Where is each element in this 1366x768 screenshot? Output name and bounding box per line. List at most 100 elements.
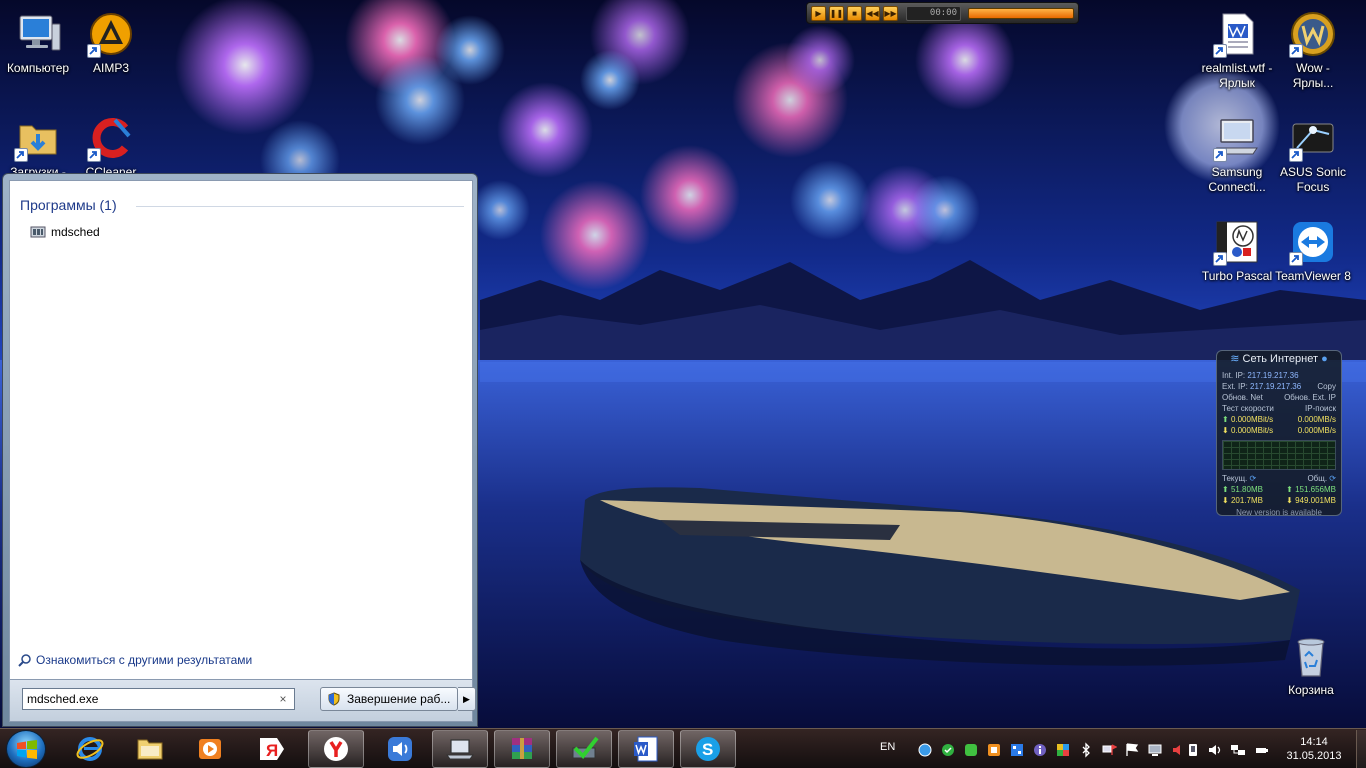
previous-icon: ◀◀: [866, 8, 879, 18]
network-icon: [1231, 745, 1245, 755]
network-flag-icon: [1102, 744, 1117, 755]
see-more-results-link[interactable]: Ознакомиться с другими результатами: [18, 653, 252, 667]
desktop-icon-asus[interactable]: ASUS Sonic Focus: [1275, 114, 1351, 195]
shutdown-button[interactable]: Завершение раб...: [320, 687, 458, 711]
aimp-stop-button[interactable]: ■: [847, 5, 862, 21]
tray-bluetooth[interactable]: [1078, 742, 1094, 758]
word-icon: [634, 736, 658, 762]
tray-volume[interactable]: [1207, 742, 1223, 758]
aimp-volume-bar[interactable]: [968, 7, 1074, 19]
start-button[interactable]: [6, 730, 46, 768]
tray-network-meter[interactable]: [917, 742, 933, 758]
green-shield-icon: [942, 744, 954, 756]
current-upload: 51.80MB: [1230, 485, 1263, 494]
desktop-icon-aimp3[interactable]: AIMP3: [73, 10, 149, 76]
desktop-icon-turbo-pascal[interactable]: Turbo Pascal: [1199, 218, 1275, 284]
update-net-link[interactable]: Обнов. Net: [1222, 392, 1263, 403]
tools-row: Тест скорости IP-поиск: [1222, 403, 1336, 414]
taskbar-word[interactable]: [618, 730, 674, 768]
tray-app-orange[interactable]: [986, 742, 1002, 758]
folder-icon: [137, 739, 163, 760]
ext-ip-value: 217.19.217.36: [1250, 382, 1302, 391]
aimp-next-button[interactable]: ▶▶: [883, 5, 898, 21]
refresh-current-icon[interactable]: ⟳: [1250, 474, 1257, 483]
desktop-icon-recycle-bin[interactable]: Корзина: [1273, 632, 1349, 698]
desktop-icon-downloads[interactable]: Загрузки -: [0, 114, 76, 180]
taskbar-winrar[interactable]: [494, 730, 550, 768]
aimp-play-button[interactable]: ▶: [811, 5, 826, 21]
taskbar-volume-app[interactable]: [372, 730, 428, 768]
desktop-icon-samsung[interactable]: Samsung Connecti...: [1199, 114, 1275, 195]
see-more-results-label: Ознакомиться с другими результатами: [36, 653, 253, 667]
language-indicator[interactable]: EN: [880, 741, 895, 753]
desktop-icon-label: Turbo Pascal: [1201, 269, 1273, 283]
svg-text:S: S: [702, 740, 713, 759]
speed-test-link[interactable]: Тест скорости: [1222, 403, 1274, 414]
shortcut-arrow-icon: [1289, 252, 1303, 266]
tray-action-center[interactable]: [1124, 742, 1140, 758]
taskbar-diagnostic-tool[interactable]: [556, 730, 612, 768]
tray-security[interactable]: [940, 742, 956, 758]
desktop-icon-label: realmlist.wtf - Ярлык: [1201, 61, 1273, 90]
yandex-browser-icon: [324, 737, 348, 761]
tray-monitor[interactable]: [1147, 742, 1163, 758]
upload-arrow-icon: ⬆: [1222, 415, 1229, 424]
aimp-pause-button[interactable]: ❚❚: [829, 5, 844, 21]
total-download: 949.001MB: [1295, 496, 1336, 505]
tray-app-network[interactable]: [1009, 742, 1025, 758]
upload-totals-row: ⬆ 51.80MB ⬆ 151.656MB: [1222, 485, 1336, 494]
clear-search-button[interactable]: ×: [276, 692, 290, 706]
tray-device[interactable]: [1185, 742, 1201, 758]
gadget-title-row: ≋ Сеть Интернет ●: [1222, 354, 1336, 368]
taskbar-skype[interactable]: S: [680, 730, 736, 768]
new-version-notice[interactable]: New version is available: [1222, 507, 1336, 518]
shortcut-arrow-icon: [1289, 44, 1303, 58]
tray-sound-alert[interactable]: [1170, 742, 1186, 758]
shortcut-arrow-icon: [1213, 148, 1227, 162]
gadget-title: Сеть Интернет: [1242, 353, 1319, 365]
taskbar-media-player[interactable]: [182, 730, 238, 768]
taskbar-internet-explorer[interactable]: [62, 730, 118, 768]
taskbar-yandex[interactable]: Я: [244, 730, 300, 768]
checkmark-tool-icon: [572, 736, 599, 760]
winrar-icon: [512, 738, 532, 759]
taskbar-yandex-browser[interactable]: [308, 730, 364, 768]
yandex-icon: Я: [260, 738, 284, 760]
update-ext-ip-link[interactable]: Обнов. Ext. IP: [1284, 392, 1336, 403]
ip-search-link[interactable]: IP-поиск: [1305, 403, 1336, 414]
action-center-flag-icon: [1126, 743, 1139, 756]
aimp-prev-button[interactable]: ◀◀: [865, 5, 880, 21]
green-app-icon: [965, 744, 977, 756]
tray-app-green[interactable]: [963, 742, 979, 758]
counters-header-row: Текущ. ⟳ Общ. ⟳: [1222, 473, 1336, 484]
search-result-item[interactable]: mdsched: [30, 224, 100, 240]
total-label: Общ.: [1307, 474, 1328, 483]
tray-network[interactable]: [1230, 742, 1246, 758]
desktop-icon-wow[interactable]: Wow - Ярлы...: [1275, 10, 1351, 91]
search-icon: [18, 654, 31, 667]
volume-icon: [1209, 745, 1221, 755]
desktop-icon-teamviewer[interactable]: TeamViewer 8: [1275, 218, 1351, 284]
int-ip-row: Int. IP: 217.19.217.36: [1222, 370, 1336, 381]
shortcut-arrow-icon: [1213, 252, 1227, 266]
tray-info[interactable]: [1032, 742, 1048, 758]
desktop-icon-label: Корзина: [1288, 683, 1334, 697]
tray-flag-network[interactable]: [1101, 742, 1117, 758]
tray-power[interactable]: [1253, 742, 1269, 758]
desktop-icon-realmlist[interactable]: realmlist.wtf - Ярлык: [1199, 10, 1275, 91]
taskbar-explorer[interactable]: [122, 730, 178, 768]
desktop-icon-ccleaner[interactable]: CCleaner: [73, 114, 149, 180]
start-search-input[interactable]: [22, 688, 295, 710]
refresh-total-icon[interactable]: ⟳: [1329, 474, 1336, 483]
show-desktop-button[interactable]: [1356, 730, 1366, 768]
tray-app-multicolor[interactable]: [1055, 742, 1071, 758]
shortcut-arrow-icon: [87, 148, 101, 162]
taskbar-computer-window[interactable]: [432, 730, 488, 768]
shutdown-options-button[interactable]: ▶: [458, 687, 476, 711]
desktop-icon-computer[interactable]: Компьютер: [0, 10, 76, 76]
computer-icon: [19, 15, 61, 51]
current-download: 201.7MB: [1230, 496, 1263, 505]
copy-ip-link[interactable]: Copy: [1317, 381, 1336, 392]
desktop-icon-label: AIMP3: [92, 61, 129, 75]
taskbar-clock[interactable]: 14:14 31.05.2013: [1284, 735, 1344, 763]
